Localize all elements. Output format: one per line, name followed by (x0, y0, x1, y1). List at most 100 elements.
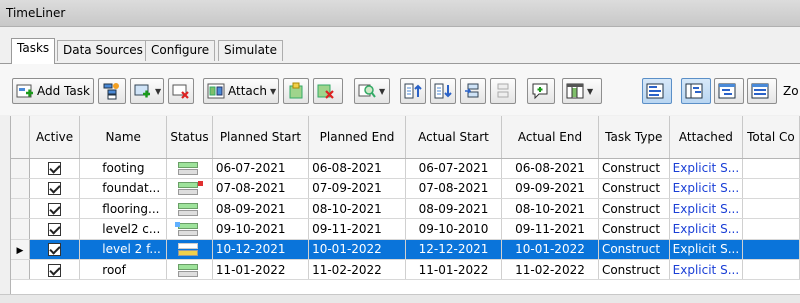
active-cell[interactable] (29, 158, 81, 179)
active-cell[interactable] (29, 178, 81, 200)
active-cell[interactable] (29, 198, 81, 220)
active-cell[interactable] (29, 259, 81, 281)
task-type-cell[interactable]: Construct (598, 259, 670, 281)
table-row[interactable]: foundat... 07-08-2021 07-09-2021 07-08-2… (11, 178, 800, 200)
col-header-total-cost[interactable]: Total Co (742, 116, 800, 159)
planned-end-cell[interactable]: 08-10-2021 (308, 198, 407, 220)
active-cell[interactable] (29, 218, 81, 240)
indent-button[interactable] (460, 78, 486, 104)
table-row[interactable]: footing 06-07-2021 06-08-2021 06-07-2021… (11, 158, 800, 179)
actual-end-cell[interactable]: 06-08-2021 (501, 158, 599, 179)
move-up-button[interactable] (400, 78, 426, 104)
name-cell[interactable]: roof (79, 259, 168, 281)
active-checkbox[interactable] (48, 162, 62, 176)
active-checkbox[interactable] (48, 263, 62, 277)
tab-data-sources[interactable]: Data Sources (57, 40, 149, 61)
col-header-name[interactable]: Name (79, 116, 168, 159)
task-type-cell[interactable]: Construct (598, 198, 670, 220)
active-checkbox[interactable] (48, 223, 62, 237)
move-down-button[interactable] (430, 78, 456, 104)
attached-cell[interactable]: Explicit S... (669, 178, 744, 200)
active-checkbox[interactable] (48, 202, 62, 216)
planned-start-cell[interactable]: 06-07-2021 (212, 158, 310, 179)
col-header-planned-start[interactable]: Planned Start (212, 116, 310, 159)
table-row[interactable]: roof 11-01-2022 11-02-2022 11-01-2022 11… (11, 259, 800, 281)
task-type-cell[interactable]: Construct (598, 158, 670, 179)
row-header[interactable] (11, 198, 30, 220)
col-header-status[interactable]: Status (166, 116, 213, 159)
planned-start-cell[interactable]: 11-01-2022 (212, 259, 310, 281)
name-cell[interactable]: foundat... (79, 178, 168, 200)
actual-end-cell[interactable]: 11-02-2022 (501, 259, 599, 281)
table-row[interactable]: flooring... 08-09-2021 08-10-2021 08-09-… (11, 198, 800, 220)
planned-start-cell[interactable]: 09-10-2021 (212, 218, 310, 240)
actual-start-cell[interactable]: 07-08-2021 (405, 178, 503, 200)
delete-task-button[interactable] (168, 78, 194, 104)
attached-cell[interactable]: Explicit S... (669, 259, 744, 281)
actual-start-cell[interactable]: 09-10-2010 (405, 218, 503, 240)
row-header[interactable] (11, 178, 30, 200)
total-cost-cell[interactable] (742, 239, 800, 260)
total-cost-cell[interactable] (742, 178, 800, 200)
insert-task-dropdown[interactable]: ▼ (130, 78, 164, 104)
total-cost-cell[interactable] (742, 198, 800, 220)
col-header-actual-end[interactable]: Actual End (501, 116, 599, 159)
actual-end-cell[interactable]: 10-01-2022 (501, 239, 599, 260)
attached-cell[interactable]: Explicit S... (669, 218, 744, 240)
view-grid-gantt-button[interactable] (681, 78, 711, 104)
row-header[interactable] (11, 218, 30, 240)
clear-attachments-button[interactable] (313, 78, 343, 104)
total-cost-cell[interactable] (742, 218, 800, 240)
total-cost-cell[interactable] (742, 158, 800, 179)
tab-configure[interactable]: Configure (145, 40, 216, 61)
col-header-task-type[interactable]: Task Type (598, 116, 670, 159)
view-grid-only-button[interactable] (642, 78, 672, 104)
outdent-button[interactable] (490, 78, 516, 104)
name-cell[interactable]: footing (79, 158, 168, 179)
tab-tasks[interactable]: Tasks (11, 38, 56, 64)
active-cell[interactable] (29, 239, 81, 260)
add-comment-button[interactable] (527, 78, 555, 104)
horizontal-scrollbar[interactable] (0, 294, 800, 303)
task-type-cell[interactable]: Construct (598, 218, 670, 240)
auto-add-tasks-button[interactable] (98, 78, 126, 104)
add-task-button[interactable]: Add Task (12, 78, 94, 104)
table-row[interactable]: level2 c... 09-10-2021 09-11-2021 09-10-… (11, 218, 800, 240)
planned-end-cell[interactable]: 09-11-2021 (308, 218, 407, 240)
actual-end-cell[interactable]: 09-09-2021 (501, 178, 599, 200)
rules-dropdown[interactable]: ▼ (354, 78, 390, 104)
planned-end-cell[interactable]: 06-08-2021 (308, 158, 407, 179)
active-checkbox[interactable] (48, 182, 62, 196)
planned-end-cell[interactable]: 07-09-2021 (308, 178, 407, 200)
planned-start-cell[interactable]: 08-09-2021 (212, 198, 310, 220)
row-header[interactable] (11, 158, 30, 179)
table-row-selected[interactable]: ▶ level 2 f... 10-12-2021 10-01-2022 12-… (11, 239, 800, 260)
attached-cell[interactable]: Explicit S... (669, 158, 744, 179)
planned-start-cell[interactable]: 07-08-2021 (212, 178, 310, 200)
columns-dropdown[interactable]: ▼ (562, 78, 602, 104)
col-header-attached[interactable]: Attached (669, 116, 744, 159)
task-type-cell[interactable]: Construct (598, 178, 670, 200)
attached-cell[interactable]: Explicit S... (669, 239, 744, 260)
name-cell[interactable]: level 2 f... (79, 239, 168, 260)
planned-end-cell[interactable]: 10-01-2022 (308, 239, 407, 260)
actual-start-cell[interactable]: 11-01-2022 (405, 259, 503, 281)
col-header-active[interactable]: Active (29, 116, 81, 159)
planned-end-cell[interactable]: 11-02-2022 (308, 259, 407, 281)
attached-cell[interactable]: Explicit S... (669, 198, 744, 220)
actual-start-cell[interactable]: 12-12-2021 (405, 239, 503, 260)
task-type-cell[interactable]: Construct (598, 239, 670, 260)
view-gantt-only-button[interactable] (714, 78, 744, 104)
view-options-button[interactable] (747, 78, 777, 104)
tab-simulate[interactable]: Simulate (218, 40, 284, 61)
actual-start-cell[interactable]: 08-09-2021 (405, 198, 503, 220)
attach-dropdown[interactable]: Attach ▼ (203, 78, 279, 104)
name-cell[interactable]: flooring... (79, 198, 168, 220)
row-header[interactable] (11, 259, 30, 281)
total-cost-cell[interactable] (742, 259, 800, 281)
col-header-planned-end[interactable]: Planned End (308, 116, 407, 159)
name-cell[interactable]: level2 c... (79, 218, 168, 240)
auto-attach-button[interactable] (283, 78, 309, 104)
actual-start-cell[interactable]: 06-07-2021 (405, 158, 503, 179)
actual-end-cell[interactable]: 09-11-2021 (501, 218, 599, 240)
